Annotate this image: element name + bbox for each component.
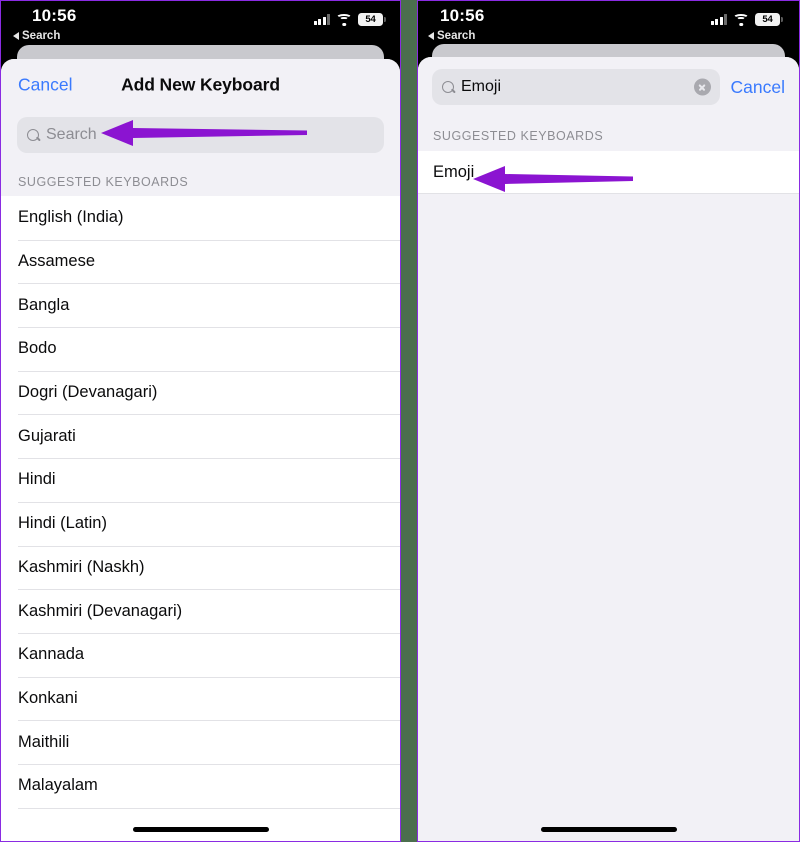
list-item[interactable]: Konkani: [1, 676, 400, 721]
keyboard-label: Kannada: [18, 645, 85, 664]
empty-list-area: [418, 194, 799, 814]
clear-circle-icon[interactable]: [693, 78, 711, 96]
cancel-button[interactable]: Cancel: [731, 77, 785, 98]
list-item[interactable]: Bangla: [1, 283, 400, 328]
list-item[interactable]: Hindi: [1, 458, 400, 502]
search-icon: [27, 128, 40, 142]
keyboard-label: Emoji: [433, 163, 475, 181]
back-label: Search: [22, 30, 61, 42]
right-phone-screenshot: 10:56 Search 54 Emoji Cancel SUGGESTED K…: [417, 0, 800, 842]
back-to-search-link[interactable]: Search: [428, 30, 475, 42]
wifi-icon: [336, 13, 352, 26]
status-indicators: 54: [710, 13, 783, 26]
battery-level-label: 54: [358, 13, 383, 26]
keyboard-label: Gujarati: [18, 426, 76, 445]
signal-bars-icon: [313, 14, 330, 25]
list-item[interactable]: Bodo: [1, 327, 400, 371]
search-input[interactable]: Emoji: [432, 69, 720, 105]
sheet-header: Cancel Add New Keyboard: [1, 59, 400, 111]
status-time: 10:56: [32, 6, 77, 25]
battery-tip: [781, 17, 783, 22]
keyboard-label: Konkani: [18, 688, 78, 707]
search-icon: [442, 80, 455, 94]
section-header-suggested: SUGGESTED KEYBOARDS: [418, 119, 799, 151]
keyboard-label: Maithili: [18, 732, 70, 751]
triangle-left-icon: [428, 32, 434, 40]
keyboard-label: Assamese: [18, 252, 96, 271]
home-indicator: [132, 827, 269, 832]
list-item-partial[interactable]: [1, 807, 400, 841]
list-item[interactable]: English (India): [1, 196, 400, 240]
list-item[interactable]: Kashmiri (Devanagari): [1, 589, 400, 633]
battery-tip: [384, 17, 386, 22]
triangle-left-icon: [13, 32, 19, 40]
list-item[interactable]: Dogri (Devanagari): [1, 370, 400, 415]
status-time: 10:56: [440, 6, 485, 25]
keyboard-list: Emoji: [418, 151, 799, 194]
keyboard-label: Bangla: [18, 295, 70, 314]
keyboard-list: English (India) Assamese Bangla Bodo Dog…: [1, 196, 400, 841]
list-item[interactable]: Kannada: [1, 632, 400, 677]
battery-level-label: 54: [755, 13, 780, 26]
search-value: Emoji: [461, 78, 502, 95]
add-keyboard-sheet: Cancel Add New Keyboard Search SUGGESTED…: [1, 59, 400, 841]
keyboard-label: Hindi (Latin): [18, 514, 107, 533]
keyboard-label: Malayalam: [18, 776, 98, 795]
status-indicators: 54: [313, 13, 386, 26]
search-container: Emoji Cancel: [418, 57, 799, 119]
search-placeholder: Search: [46, 126, 97, 143]
back-to-search-link[interactable]: Search: [13, 30, 60, 42]
home-indicator: [540, 827, 677, 832]
wifi-icon: [733, 13, 749, 26]
list-item[interactable]: Kashmiri (Naskh): [1, 545, 400, 590]
list-item[interactable]: Hindi (Latin): [1, 501, 400, 546]
screenshot-stage: 10:56 Search 54 Cancel Add New Keyboard …: [0, 0, 800, 842]
signal-bars-icon: [710, 14, 727, 25]
keyboard-label: Hindi: [18, 470, 56, 489]
list-item[interactable]: Assamese: [1, 239, 400, 284]
search-input[interactable]: Search: [17, 117, 384, 153]
right-status-bar: 10:56 Search 54: [418, 1, 799, 49]
keyboard-label: Kashmiri (Devanagari): [18, 601, 183, 620]
keyboard-label: Dogri (Devanagari): [18, 383, 158, 402]
keyboard-label: Bodo: [18, 339, 57, 358]
battery-icon: 54: [755, 13, 783, 26]
list-item[interactable]: Maithili: [1, 720, 400, 764]
add-keyboard-sheet: Emoji Cancel SUGGESTED KEYBOARDS Emoji: [418, 57, 799, 841]
back-label: Search: [437, 30, 476, 42]
search-container: Search: [1, 111, 400, 167]
list-item[interactable]: Malayalam: [1, 763, 400, 808]
list-item[interactable]: Emoji: [418, 151, 799, 194]
page-title: Add New Keyboard: [121, 74, 280, 95]
keyboard-label: Kashmiri (Naskh): [18, 557, 145, 576]
section-header-suggested: SUGGESTED KEYBOARDS: [1, 167, 400, 196]
battery-icon: 54: [358, 13, 386, 26]
left-phone-screenshot: 10:56 Search 54 Cancel Add New Keyboard …: [0, 0, 401, 842]
list-item[interactable]: Gujarati: [1, 414, 400, 459]
keyboard-label: English (India): [18, 208, 124, 227]
left-status-bar: 10:56 Search 54: [1, 1, 400, 49]
